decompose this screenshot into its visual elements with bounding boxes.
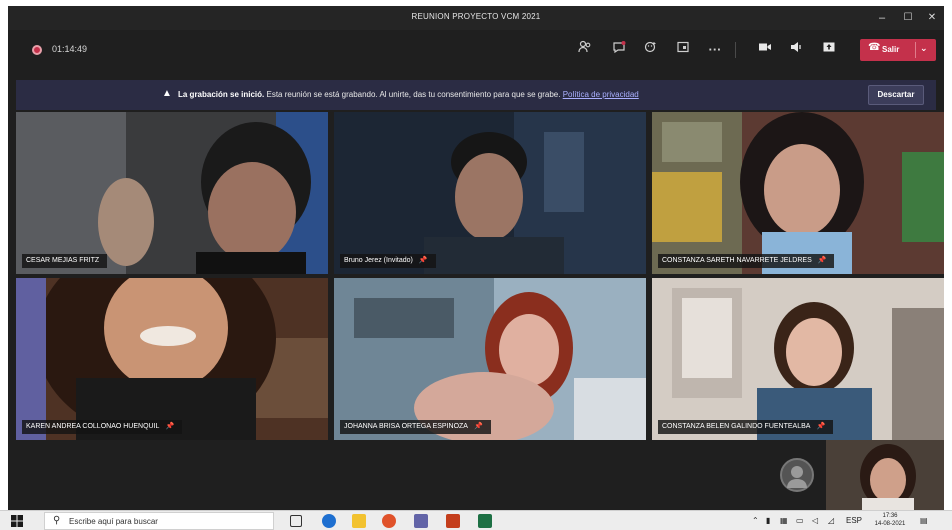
taskbar-search-box[interactable]: ⚲ Escribe aquí para buscar bbox=[44, 512, 274, 530]
recording-banner: ▲ La grabación se inició. Esta reunión s… bbox=[16, 80, 936, 110]
show-hidden-icons-icon[interactable]: ⌃ bbox=[752, 516, 759, 525]
chat-button[interactable] bbox=[608, 40, 630, 60]
leave-divider bbox=[915, 42, 916, 58]
participants-icon bbox=[578, 40, 591, 53]
video-tile[interactable]: CESAR MEJIAS FRITZ bbox=[16, 112, 328, 274]
input-language[interactable]: ESP bbox=[846, 516, 862, 525]
battery-icon[interactable]: ▭ bbox=[796, 516, 804, 525]
share-icon bbox=[823, 42, 835, 52]
banner-title: La grabación se inició. bbox=[178, 90, 265, 99]
system-clock[interactable]: 17:36 14-08-2021 bbox=[872, 512, 908, 528]
camera-button[interactable] bbox=[754, 40, 776, 60]
leave-button[interactable]: ☎ Salir ⌄ bbox=[860, 39, 936, 61]
clock-date: 14-08-2021 bbox=[874, 521, 906, 527]
clock-time: 17:36 bbox=[882, 513, 898, 519]
window-title: REUNION PROYECTO VCM 2021 bbox=[411, 12, 541, 21]
title-bar: REUNION PROYECTO VCM 2021 – ☐ ✕ bbox=[8, 6, 944, 30]
leave-label: Salir bbox=[882, 45, 900, 54]
teams-meeting-window: REUNION PROYECTO VCM 2021 – ☐ ✕ 01:14:49… bbox=[8, 6, 944, 510]
chat-icon bbox=[613, 41, 626, 54]
chrome-icon[interactable] bbox=[382, 514, 396, 528]
excel-icon[interactable] bbox=[478, 514, 492, 528]
reactions-button[interactable] bbox=[640, 40, 662, 60]
participant-name-tag: KAREN ANDREA COLLONAO HUENQUIL 📌 bbox=[22, 420, 183, 434]
dismiss-button[interactable]: Descartar bbox=[868, 85, 924, 105]
share-content-button[interactable] bbox=[818, 40, 840, 60]
powerpoint-icon[interactable] bbox=[446, 514, 460, 528]
maximize-button[interactable]: ☐ bbox=[896, 10, 920, 26]
pin-icon: 📌 bbox=[817, 257, 827, 264]
file-explorer-icon[interactable] bbox=[352, 514, 366, 528]
more-actions-button[interactable]: ··· bbox=[704, 40, 726, 60]
banner-message: La grabación se inició. Esta reunión se … bbox=[178, 90, 639, 99]
security-icon[interactable]: ▮ bbox=[766, 516, 770, 525]
avatar-icon bbox=[787, 466, 807, 488]
teams-icon[interactable] bbox=[414, 514, 428, 528]
participant-name: CONSTANZA SARETH NAVARRETE JELDRES bbox=[662, 257, 812, 264]
volume-icon[interactable]: ◁ bbox=[812, 516, 818, 525]
participants-button[interactable] bbox=[574, 40, 596, 60]
pin-icon: 📌 bbox=[473, 423, 483, 430]
windows-start-icon[interactable] bbox=[10, 514, 24, 528]
task-view-icon[interactable] bbox=[290, 515, 302, 527]
video-tile[interactable]: CONSTANZA SARETH NAVARRETE JELDRES 📌 bbox=[652, 112, 944, 274]
participant-name-tag: CESAR MEJIAS FRITZ bbox=[22, 254, 108, 268]
participant-video bbox=[334, 278, 646, 440]
search-placeholder: Escribe aquí para buscar bbox=[69, 517, 158, 526]
windows-taskbar: ⚲ Escribe aquí para buscar ⌃ ▮ ▦ ▭ ◁ ◿ E… bbox=[0, 510, 952, 530]
close-button[interactable]: ✕ bbox=[920, 10, 944, 26]
participant-name: CESAR MEJIAS FRITZ bbox=[26, 257, 100, 264]
participant-name-tag: CONSTANZA BELEN GALINDO FUENTEALBA 📌 bbox=[658, 420, 834, 434]
participant-video bbox=[16, 278, 328, 440]
network-icon[interactable]: ▦ bbox=[780, 516, 788, 525]
participant-name: CONSTANZA BELEN GALINDO FUENTEALBA bbox=[662, 423, 811, 430]
chevron-down-icon[interactable]: ⌄ bbox=[920, 43, 928, 54]
pin-icon: 📌 bbox=[165, 423, 175, 430]
participant-name: JOHANNA BRISA ORTEGA ESPINOZA bbox=[344, 423, 468, 430]
video-tile[interactable]: JOHANNA BRISA ORTEGA ESPINOZA 📌 bbox=[334, 278, 646, 440]
meeting-toolbar: 01:14:49 ··· ☎ Salir ⌄ bbox=[8, 30, 944, 70]
self-video bbox=[826, 440, 944, 510]
search-icon: ⚲ bbox=[53, 515, 61, 526]
rooms-icon bbox=[677, 41, 689, 53]
participant-video bbox=[16, 112, 328, 274]
self-preview-video[interactable] bbox=[826, 440, 944, 510]
speaker-button[interactable] bbox=[786, 40, 808, 60]
privacy-policy-link[interactable]: Política de privacidad bbox=[563, 90, 639, 99]
speaker-icon bbox=[791, 42, 801, 52]
video-tile[interactable]: KAREN ANDREA COLLONAO HUENQUIL 📌 bbox=[16, 278, 328, 440]
participant-avatar[interactable] bbox=[780, 458, 814, 492]
pin-icon: 📌 bbox=[418, 257, 428, 264]
more-icon: ··· bbox=[708, 42, 722, 57]
participant-name: Bruno Jerez (Invitado) bbox=[344, 257, 413, 264]
video-tile[interactable]: CONSTANZA BELEN GALINDO FUENTEALBA 📌 bbox=[652, 278, 944, 440]
meeting-timer: 01:14:49 bbox=[52, 44, 88, 54]
edge-icon[interactable] bbox=[322, 514, 336, 528]
banner-text: Esta reunión se está grabando. Al unirte… bbox=[266, 90, 561, 99]
recording-indicator-icon bbox=[32, 45, 42, 55]
participant-video bbox=[652, 278, 944, 440]
toolbar-divider bbox=[735, 42, 736, 58]
camera-icon bbox=[759, 43, 771, 51]
participant-video bbox=[652, 112, 944, 274]
warning-icon: ▲ bbox=[162, 88, 172, 99]
breakout-rooms-button[interactable] bbox=[672, 40, 694, 60]
minimize-button[interactable]: – bbox=[870, 10, 894, 26]
participant-name-tag: CONSTANZA SARETH NAVARRETE JELDRES 📌 bbox=[658, 254, 835, 268]
notifications-icon[interactable]: ▤ bbox=[920, 516, 928, 525]
participant-name: KAREN ANDREA COLLONAO HUENQUIL bbox=[26, 423, 160, 430]
wifi-icon[interactable]: ◿ bbox=[828, 516, 834, 525]
pin-icon: 📌 bbox=[816, 423, 826, 430]
participant-name-tag: Bruno Jerez (Invitado) 📌 bbox=[340, 254, 436, 268]
video-tile[interactable]: Bruno Jerez (Invitado) 📌 bbox=[334, 112, 646, 274]
reactions-icon bbox=[644, 41, 656, 53]
phone-hangup-icon: ☎ bbox=[868, 42, 881, 53]
participant-name-tag: JOHANNA BRISA ORTEGA ESPINOZA 📌 bbox=[340, 420, 491, 434]
participant-video bbox=[334, 112, 646, 274]
